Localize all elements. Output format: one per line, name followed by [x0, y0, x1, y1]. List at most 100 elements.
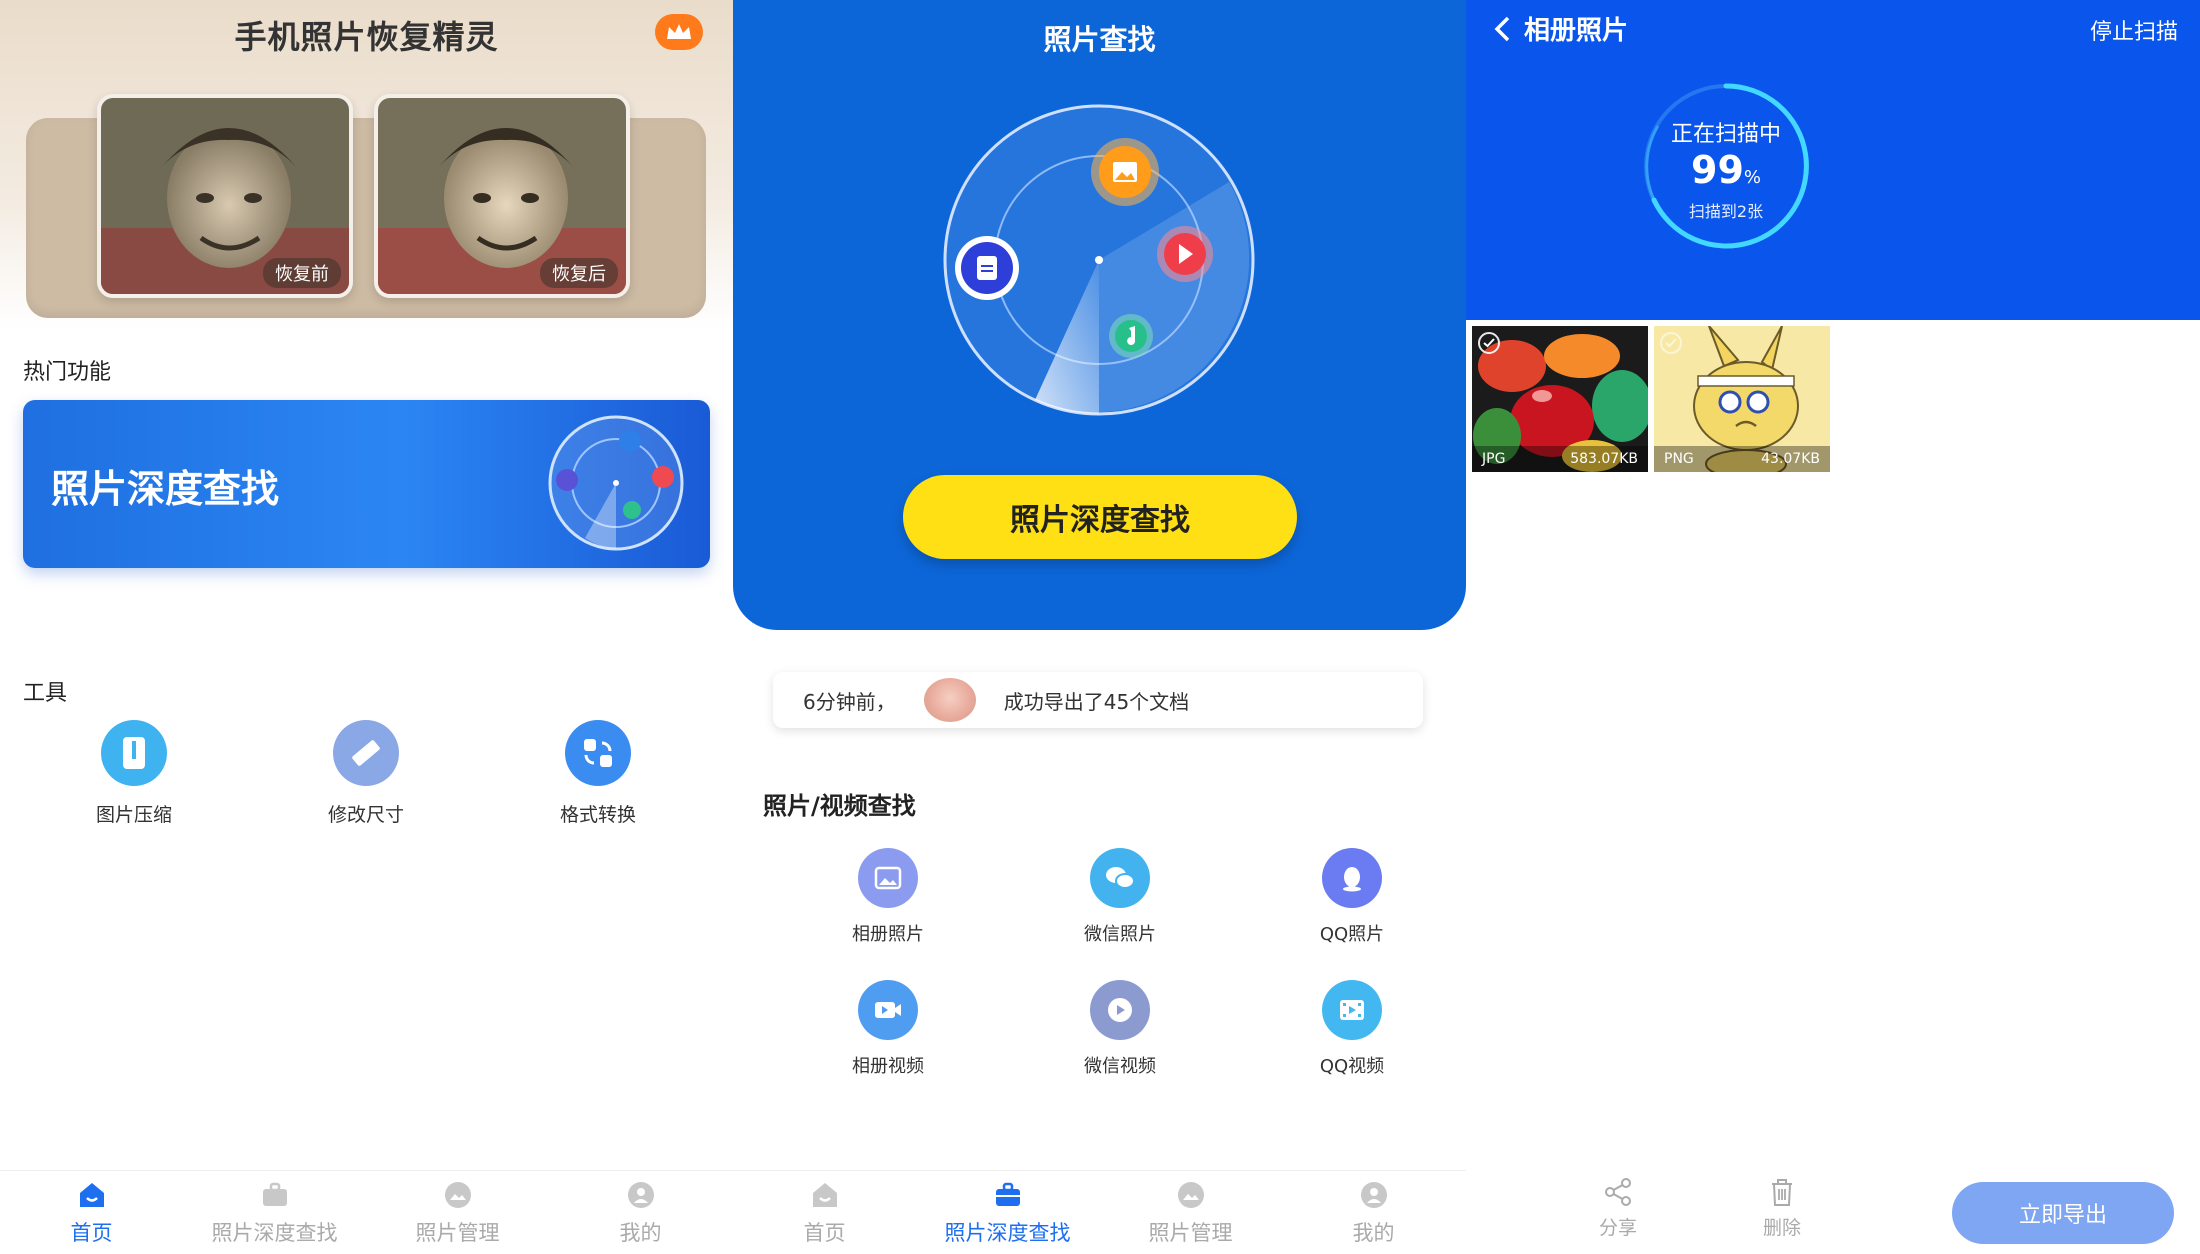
album-photo-icon — [858, 848, 918, 908]
ticker-time: 6分钟前， — [803, 689, 896, 714]
home-icon — [74, 1177, 110, 1213]
wechat-video-icon — [1090, 980, 1150, 1040]
scan-percent-value: 99 — [1691, 148, 1744, 192]
nav-label: 照片深度查找 — [944, 1221, 1071, 1245]
bottom-nav: 首页 照片深度查找 照片管理 我的 — [0, 1170, 733, 1254]
thumbnail-size: 43.07KB — [1761, 451, 1820, 467]
select-checkbox[interactable] — [1478, 332, 1500, 354]
tools-heading: 工具 — [23, 681, 68, 706]
photo-thumbnail[interactable]: PNG 43.07KB — [1654, 326, 1830, 472]
nav-home[interactable]: 首页 — [733, 1177, 916, 1247]
qq-video-icon — [1322, 980, 1382, 1040]
radar-scanner — [943, 104, 1255, 416]
nav-home[interactable]: 首页 — [0, 1177, 183, 1247]
tool-label: 格式转换 — [559, 804, 636, 826]
scan-percent: 99% — [1466, 148, 1986, 192]
album-photo-item[interactable]: 相册照片 — [798, 848, 978, 946]
grid-label: 微信视频 — [1084, 1056, 1156, 1077]
crown-icon — [667, 24, 691, 39]
tool-label: 图片压缩 — [95, 804, 172, 826]
music-icon — [1109, 314, 1153, 358]
nav-label: 我的 — [619, 1221, 662, 1245]
photo-manage-icon — [440, 1177, 476, 1213]
page-title: 照片查找 — [1043, 23, 1156, 56]
nav-mine[interactable]: 我的 — [1282, 1177, 1465, 1247]
thumbnail-meta: PNG 43.07KB — [1654, 446, 1830, 472]
before-label: 恢复前 — [263, 258, 341, 288]
grid-label: QQ照片 — [1319, 924, 1385, 945]
back-arrow-icon — [1494, 16, 1510, 41]
album-video-item[interactable]: 相册视频 — [798, 980, 978, 1078]
photo-thumbnail[interactable]: JPG 583.07KB — [1472, 326, 1648, 472]
thumbnail-size: 583.07KB — [1570, 451, 1638, 467]
nav-label: 我的 — [1352, 1221, 1395, 1245]
scan-percent-unit: % — [1743, 167, 1761, 188]
image-icon — [1091, 138, 1159, 206]
briefcase-icon — [990, 1177, 1026, 1213]
search-section-heading: 照片/视频查找 — [763, 792, 916, 820]
grid-label: 相册照片 — [852, 924, 924, 945]
album-video-icon — [858, 980, 918, 1040]
nav-mine[interactable]: 我的 — [549, 1177, 732, 1247]
nav-deep-search[interactable]: 照片深度查找 — [183, 1177, 366, 1247]
ruler-icon — [333, 720, 399, 786]
photo-search-screen: 照片查找 照片深度查找 6分钟前， 成功导出了45个文档 照片/视频查找 相册照… — [733, 0, 1466, 1254]
home-icon — [807, 1177, 843, 1213]
share-button[interactable]: 分享 — [1578, 1176, 1658, 1240]
select-checkbox[interactable] — [1660, 332, 1682, 354]
stop-scan-button[interactable]: 停止扫描 — [2090, 14, 2178, 46]
hot-features-heading: 热门功能 — [23, 360, 112, 385]
qq-video-item[interactable]: QQ视频 — [1262, 980, 1442, 1078]
compress-icon — [101, 720, 167, 786]
nav-label: 照片管理 — [415, 1221, 500, 1245]
deep-search-button[interactable]: 照片深度查找 — [903, 475, 1297, 559]
qq-photo-icon — [1322, 848, 1382, 908]
check-icon — [1483, 338, 1495, 348]
tool-image-compress[interactable]: 图片压缩 — [54, 720, 214, 827]
briefcase-icon — [257, 1177, 293, 1213]
back-button[interactable]: 相册照片 — [1492, 10, 1628, 47]
nav-photo-manage[interactable]: 照片管理 — [366, 1177, 549, 1247]
deep-search-banner[interactable]: 照片深度查找 — [23, 400, 710, 568]
thumbnail-meta: JPG 583.07KB — [1472, 446, 1648, 472]
delete-button[interactable]: 删除 — [1742, 1176, 1822, 1240]
share-icon — [1605, 1178, 1631, 1206]
photo-after: 恢复后 — [374, 94, 630, 298]
wechat-video-item[interactable]: 微信视频 — [1030, 980, 1210, 1078]
app-title: 手机照片恢复精灵 — [234, 18, 499, 56]
nav-deep-search[interactable]: 照片深度查找 — [916, 1177, 1099, 1247]
grid-label: 微信照片 — [1084, 924, 1156, 945]
avatar — [923, 678, 976, 722]
vip-crown-button[interactable] — [655, 14, 703, 50]
delete-label: 删除 — [1762, 1217, 1801, 1239]
home-screen: 手机照片恢复精灵 恢复前 恢复后 热门功能 照片深度查找 工具 图片压缩 修改尺… — [0, 0, 733, 1254]
deep-search-banner-label: 照片深度查找 — [51, 467, 280, 511]
scan-status: 正在扫描中 — [1670, 122, 1781, 147]
after-label: 恢复后 — [540, 258, 618, 288]
grid-label: 相册视频 — [852, 1056, 924, 1077]
photo-manage-icon — [1173, 1177, 1209, 1213]
bottom-nav: 首页 照片深度查找 照片管理 我的 — [733, 1170, 1466, 1254]
wechat-photo-icon — [1090, 848, 1150, 908]
document-icon — [955, 236, 1019, 300]
radar-icon — [548, 415, 684, 551]
tool-format-convert[interactable]: 格式转换 — [518, 720, 678, 827]
trash-icon — [1772, 1179, 1792, 1206]
play-icon — [1157, 226, 1213, 282]
activity-ticker: 6分钟前， 成功导出了45个文档 — [773, 672, 1423, 728]
photo-before: 恢复前 — [97, 94, 353, 298]
qq-photo-item[interactable]: QQ照片 — [1262, 848, 1442, 946]
nav-label: 照片管理 — [1148, 1221, 1233, 1245]
thumbnail-type: PNG — [1664, 451, 1694, 467]
wechat-photo-item[interactable]: 微信照片 — [1030, 848, 1210, 946]
nav-label: 首页 — [803, 1221, 846, 1245]
share-label: 分享 — [1598, 1217, 1637, 1239]
user-icon — [1356, 1177, 1392, 1213]
convert-icon — [565, 720, 631, 786]
export-button[interactable]: 立即导出 — [1952, 1182, 2174, 1244]
tool-resize[interactable]: 修改尺寸 — [286, 720, 446, 827]
thumbnail-type: JPG — [1482, 451, 1506, 467]
nav-label: 首页 — [70, 1221, 113, 1245]
nav-label: 照片深度查找 — [211, 1221, 338, 1245]
nav-photo-manage[interactable]: 照片管理 — [1099, 1177, 1282, 1247]
